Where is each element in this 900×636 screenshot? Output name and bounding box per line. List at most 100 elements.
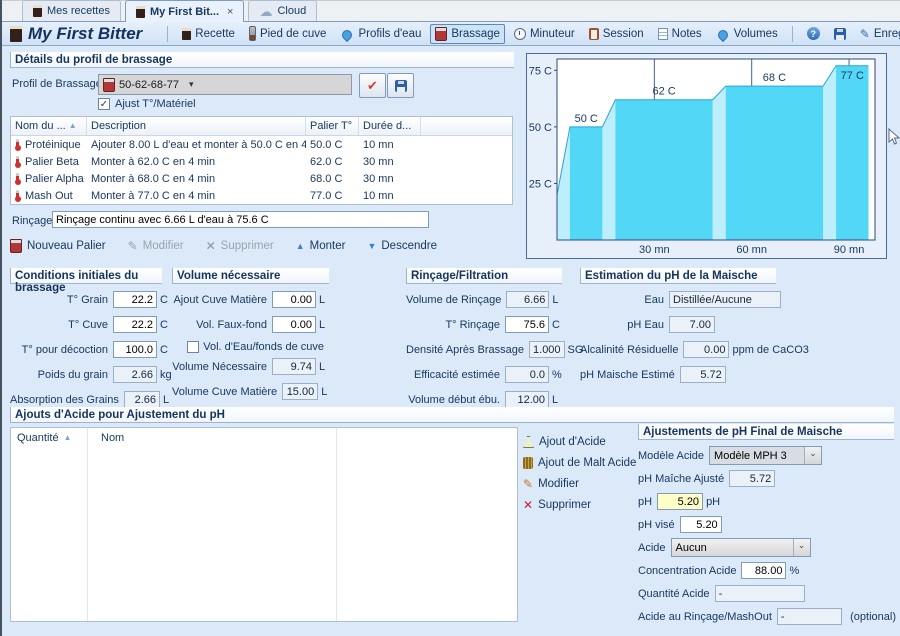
edit-acid-button[interactable]: Modifier xyxy=(523,478,636,490)
delete-acid-button[interactable]: Supprimer xyxy=(523,499,636,511)
edit-step-button[interactable]: Modifier xyxy=(128,240,184,252)
red-check-icon xyxy=(367,79,378,92)
section-header: Ajustements de pH Final de Maische xyxy=(638,424,894,440)
optional-note: (optional) xyxy=(850,611,896,623)
acid-table-header-quantity[interactable]: Quantité xyxy=(11,432,72,444)
pencil-icon xyxy=(523,478,533,490)
toolbar-brassage-button[interactable]: Brassage xyxy=(430,24,505,44)
save-disk-icon xyxy=(834,28,846,40)
svg-text:62 C: 62 C xyxy=(652,86,675,98)
section-header: Rinçage/Filtration xyxy=(406,268,562,284)
mash-steps-table: Nom du ... Description Palier T° Durée d… xyxy=(10,116,513,205)
toolbar-help-button[interactable] xyxy=(802,24,825,43)
thermometer-icon xyxy=(16,190,19,201)
table-column-divider xyxy=(11,428,88,621)
section-volume-needed: Volume nécessaire Ajout Cuve Matière0.00… xyxy=(172,268,329,407)
toolbar-notes-button[interactable]: Notes xyxy=(653,25,707,43)
tab-mes-recettes[interactable]: Mes recettes xyxy=(22,0,121,21)
water-deadspace-checkbox[interactable]: Vol. d'Eau/fonds de cuve xyxy=(187,341,329,353)
edit-profile-button[interactable] xyxy=(359,73,386,98)
mash-tun-icon xyxy=(435,27,447,41)
false-bottom-volume-field[interactable]: 0.00 xyxy=(272,316,316,333)
chevron-down-icon xyxy=(793,539,810,556)
pencil-icon xyxy=(128,240,138,252)
acid-type-dropdown[interactable]: Aucun xyxy=(671,538,811,557)
decoction-temp-field[interactable]: 100.0 xyxy=(113,341,157,358)
svg-text:90 mn: 90 mn xyxy=(834,244,865,256)
tab-my-first-bitter[interactable]: My First Bit... × xyxy=(125,0,245,22)
section-sparge-filtration: Rinçage/Filtration Volume de Rinçage6.66… xyxy=(406,268,566,415)
adjusted-mash-ph-field: 5.72 xyxy=(729,470,775,487)
sparge-temp-field[interactable]: 75.6 xyxy=(505,316,549,333)
save-profile-button[interactable] xyxy=(387,73,414,98)
mash-step-row[interactable]: Protéinique Ajouter 8.00 L d'eau et mont… xyxy=(11,136,512,153)
grain-icon xyxy=(523,457,533,469)
tab-label: My First Bit... xyxy=(150,6,219,18)
cloud-icon xyxy=(259,5,272,18)
current-ph-field[interactable]: 5.20 xyxy=(657,493,703,510)
mash-temperature-chart: 50 C62 C68 C77 C25 C50 C75 C30 mn60 mn90… xyxy=(526,53,887,259)
recipe-toolbar: My First Bitter Recette Pied de cuve Pro… xyxy=(2,22,900,46)
residual-alkalinity-field: 0.00 xyxy=(683,341,729,358)
section-final-ph-adjustments: Ajustements de pH Final de Maische Modèl… xyxy=(638,424,896,626)
target-ph-field[interactable]: 5.20 xyxy=(680,516,722,533)
svg-text:77 C: 77 C xyxy=(841,70,864,82)
beer-mug-icon xyxy=(182,28,191,40)
tab-close-button[interactable]: × xyxy=(227,6,233,18)
tab-label: Mes recettes xyxy=(47,5,110,17)
recipe-tab-bar: Mes recettes My First Bit... × Cloud xyxy=(2,0,900,22)
mash-tun-icon xyxy=(10,239,22,253)
grain-absorption-field: 2.66 xyxy=(124,391,160,408)
beer-mug-icon xyxy=(136,6,145,18)
adjust-temp-equipment-checkbox[interactable]: Ajust T°/Matériel xyxy=(98,98,196,110)
mash-step-row[interactable]: Palier Beta Monter à 62.0 C en 4 min 62.… xyxy=(11,153,512,170)
toolbar-separator xyxy=(792,26,793,42)
add-acid-malt-button[interactable]: Ajout de Malt Acide xyxy=(523,457,636,469)
toolbar-save-button[interactable] xyxy=(829,25,851,43)
add-acid-button[interactable]: Ajout d'Acide xyxy=(523,436,636,448)
sparge-description-field[interactable]: Rinçage continu avec 6.66 L d'eau à 75.6… xyxy=(52,211,429,228)
acid-additions-table[interactable]: Quantité Nom xyxy=(10,427,518,622)
mash-profile-dropdown[interactable]: 50-62-68-77 xyxy=(98,74,352,95)
move-step-down-button[interactable]: Descendre xyxy=(367,240,437,252)
acid-model-dropdown[interactable]: Modèle MPH 3 xyxy=(709,446,822,465)
section-mash-ph-estimation: Estimation du pH de la Maische EauDistil… xyxy=(580,268,894,390)
toolbar-pied-de-cuve-button[interactable]: Pied de cuve xyxy=(244,23,332,44)
mash-step-row[interactable]: Palier Alpha Monter à 68.0 C en 4 min 68… xyxy=(11,170,512,187)
mash-profile-label: Profil de Brassage xyxy=(12,78,102,90)
sort-ascending-icon xyxy=(69,122,77,130)
svg-text:50 C: 50 C xyxy=(529,122,552,134)
estimated-mash-ph-field: 5.72 xyxy=(680,366,726,383)
move-step-up-button[interactable]: Monter xyxy=(296,240,346,252)
toolbar-volumes-button[interactable]: Volumes xyxy=(711,25,783,43)
toolbar-save-as-button[interactable]: Enregistrer sous xyxy=(855,25,900,43)
tun-addition-field[interactable]: 0.00 xyxy=(272,291,316,308)
recipe-title: My First Bitter xyxy=(28,24,142,44)
table-column-divider xyxy=(88,428,337,621)
toolbar-profils-eau-button[interactable]: Profils d'eau xyxy=(335,25,426,43)
toolbar-minuteur-button[interactable]: Minuteur xyxy=(509,25,580,43)
section-header: Estimation du pH de la Maische xyxy=(580,268,776,284)
preboil-volume-field: 12.00 xyxy=(505,391,549,408)
delete-step-button[interactable]: Supprimer xyxy=(206,240,274,252)
mash-table-header[interactable]: Nom du ... Description Palier T° Durée d… xyxy=(11,117,512,136)
acid-quantity-field: - xyxy=(715,585,805,602)
thermometer-icon xyxy=(16,156,19,167)
tun-temp-field[interactable]: 22.2 xyxy=(113,316,157,333)
acid-concentration-field[interactable]: 88.00 xyxy=(741,562,786,579)
toolbar-session-button[interactable]: Session xyxy=(584,25,649,43)
pencil-icon xyxy=(860,28,870,40)
thermometer-icon xyxy=(16,139,19,150)
tab-cloud[interactable]: Cloud xyxy=(248,0,317,21)
acid-table-header-name[interactable]: Nom xyxy=(95,432,124,444)
toolbar-recette-button[interactable]: Recette xyxy=(177,25,240,43)
vial-icon xyxy=(249,26,256,41)
sort-ascending-icon xyxy=(64,434,72,442)
grain-temp-field[interactable]: 22.2 xyxy=(113,291,157,308)
new-step-button[interactable]: Nouveau Palier xyxy=(10,239,106,253)
gravity-after-mash-field: 1.000 xyxy=(529,341,565,358)
tun-volume-field: 15.00 xyxy=(282,383,318,400)
svg-text:30 mn: 30 mn xyxy=(639,244,670,256)
checkbox-checked-icon xyxy=(98,98,110,110)
mash-step-row[interactable]: Mash Out Monter à 77.0 C en 4 min 77.0 C… xyxy=(11,187,512,204)
